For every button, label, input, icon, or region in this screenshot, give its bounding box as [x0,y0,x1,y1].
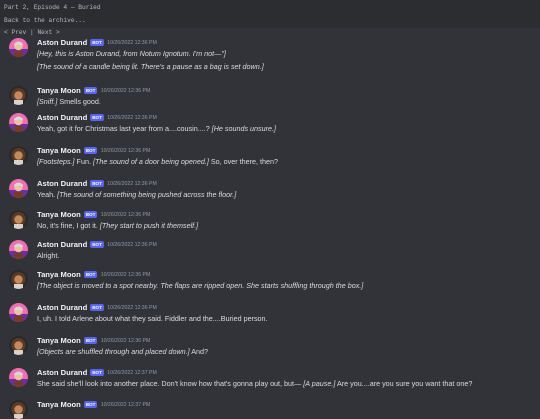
avatar[interactable] [9,240,28,259]
message-line: [Sniff.] Smells good. [37,97,101,106]
message-line: No, it's fine, I got it. [They start to … [37,221,198,230]
message-line: Alright. [37,251,59,260]
bot-badge: BOT [83,87,98,94]
timestamp: 10/26/2022 12:37 PM [100,402,151,408]
bot-badge: BOT [90,180,104,187]
timestamp: 10/26/2022 12:36 PM [100,88,151,94]
timestamp: 10/26/2022 12:36 PM [107,181,157,187]
timestamp: 10/26/2022 12:36 PM [107,115,157,121]
message-line: [The object is moved to a spot nearby. T… [37,281,363,290]
header-bar: Part 2, Episode 4 — Buried Back to the a… [0,0,540,28]
dialogue-text: And? [189,347,209,356]
stage-direction-text: [A pause.] [303,379,336,388]
stage-direction-text: [Objects are shuffled through and placed… [37,347,190,356]
avatar[interactable] [9,303,28,322]
nav-close-bracket: > [52,29,60,36]
dialogue-text: She said she'll look into another place.… [37,379,304,388]
stage-direction-text: [The sound of a door being opened.] [92,157,209,166]
dialogue-text: Yeah. [37,190,58,199]
episode-navigation: < Prev | Next > [4,29,60,36]
dialogue-text: No, it's fine, I got it. [37,221,100,230]
stage-direction-text: [He sounds unsure.] [211,124,277,133]
stage-direction-text: [The sound of a candle being lit. There'… [37,62,264,71]
dialogue-text: So, over there, then? [208,157,278,166]
timestamp: 10/26/2022 12:36 PM [107,242,157,248]
dialogue-text: Smells good. [57,97,101,106]
stage-direction-text: [Footsteps.] [37,157,75,166]
avatar[interactable] [9,270,28,289]
episode-title: Part 2, Episode 4 — Buried [4,4,101,11]
prev-link[interactable]: Prev [11,29,26,36]
message-line: [The sound of a candle being lit. There'… [37,62,264,71]
message-line: Yeah. [The sound of something being push… [37,190,236,199]
bot-badge: BOT [90,241,104,248]
nav-separator: | [26,29,38,36]
bot-badge: BOT [83,211,98,218]
dialogue-text: Alright. [37,251,60,260]
stage-direction-text: [Sniff.] [37,97,58,106]
author-name[interactable]: Tanya Moon [37,146,81,155]
avatar[interactable] [9,179,28,198]
next-link[interactable]: Next [37,29,52,36]
message-line: [Objects are shuffled through and placed… [37,347,208,356]
avatar[interactable] [9,368,28,387]
message-line: Yeah, got it for Christmas last year fro… [37,124,276,133]
avatar[interactable] [9,38,28,57]
dialogue-text: I, uh. I told Arlene about what they sai… [37,314,268,323]
back-to-archive-link[interactable]: Back to the archive... [4,17,86,24]
bot-badge: BOT [90,304,104,311]
message-line: [Footsteps.] Fun. [The sound of a door b… [37,157,278,166]
author-name[interactable]: Aston Durand [37,240,87,249]
bot-badge: BOT [90,114,104,121]
timestamp: 10/26/2022 12:36 PM [100,272,151,278]
avatar[interactable] [9,210,28,229]
avatar[interactable] [9,113,28,132]
dialogue-text: Are you....are you sure you want that on… [335,379,473,388]
bot-badge: BOT [83,147,98,154]
bot-badge: BOT [90,39,104,46]
avatar[interactable] [9,400,28,419]
author-name[interactable]: Aston Durand [37,303,87,312]
author-name[interactable]: Tanya Moon [37,270,81,279]
author-name[interactable]: Aston Durand [37,368,87,377]
timestamp: 10/26/2022 12:37 PM [107,370,157,376]
timestamp: 10/26/2022 12:36 PM [100,148,151,154]
avatar[interactable] [9,146,28,165]
stage-direction-text: [The sound of something being pushed acr… [57,190,237,199]
author-name[interactable]: Aston Durand [37,113,87,122]
bot-badge: BOT [90,369,104,376]
stage-direction-text: [Hey, this is Aston Durand, from Notum I… [37,49,226,58]
message-line: She said she'll look into another place.… [37,379,472,388]
author-name[interactable]: Aston Durand [37,38,87,47]
author-name[interactable]: Tanya Moon [37,86,81,95]
stage-direction-text: [The object is moved to a spot nearby. T… [37,281,364,290]
dialogue-text: Yeah, got it for Christmas last year fro… [37,124,212,133]
stage-direction-text: [They start to push it themself.] [99,221,199,230]
bot-badge: BOT [83,271,98,278]
author-name[interactable]: Tanya Moon [37,336,81,345]
bot-badge: BOT [83,337,98,344]
timestamp: 10/26/2022 12:36 PM [100,338,151,344]
author-name[interactable]: Tanya Moon [37,210,81,219]
timestamp: 10/26/2022 12:36 PM [100,212,151,218]
message-line: [Hey, this is Aston Durand, from Notum I… [37,49,226,58]
avatar[interactable] [9,336,28,355]
author-name[interactable]: Aston Durand [37,179,87,188]
avatar[interactable] [9,86,28,105]
dialogue-text: Fun. [74,157,93,166]
message-line: I, uh. I told Arlene about what they sai… [37,314,268,323]
timestamp: 10/26/2022 12:36 PM [107,40,157,46]
timestamp: 10/26/2022 12:36 PM [107,305,157,311]
